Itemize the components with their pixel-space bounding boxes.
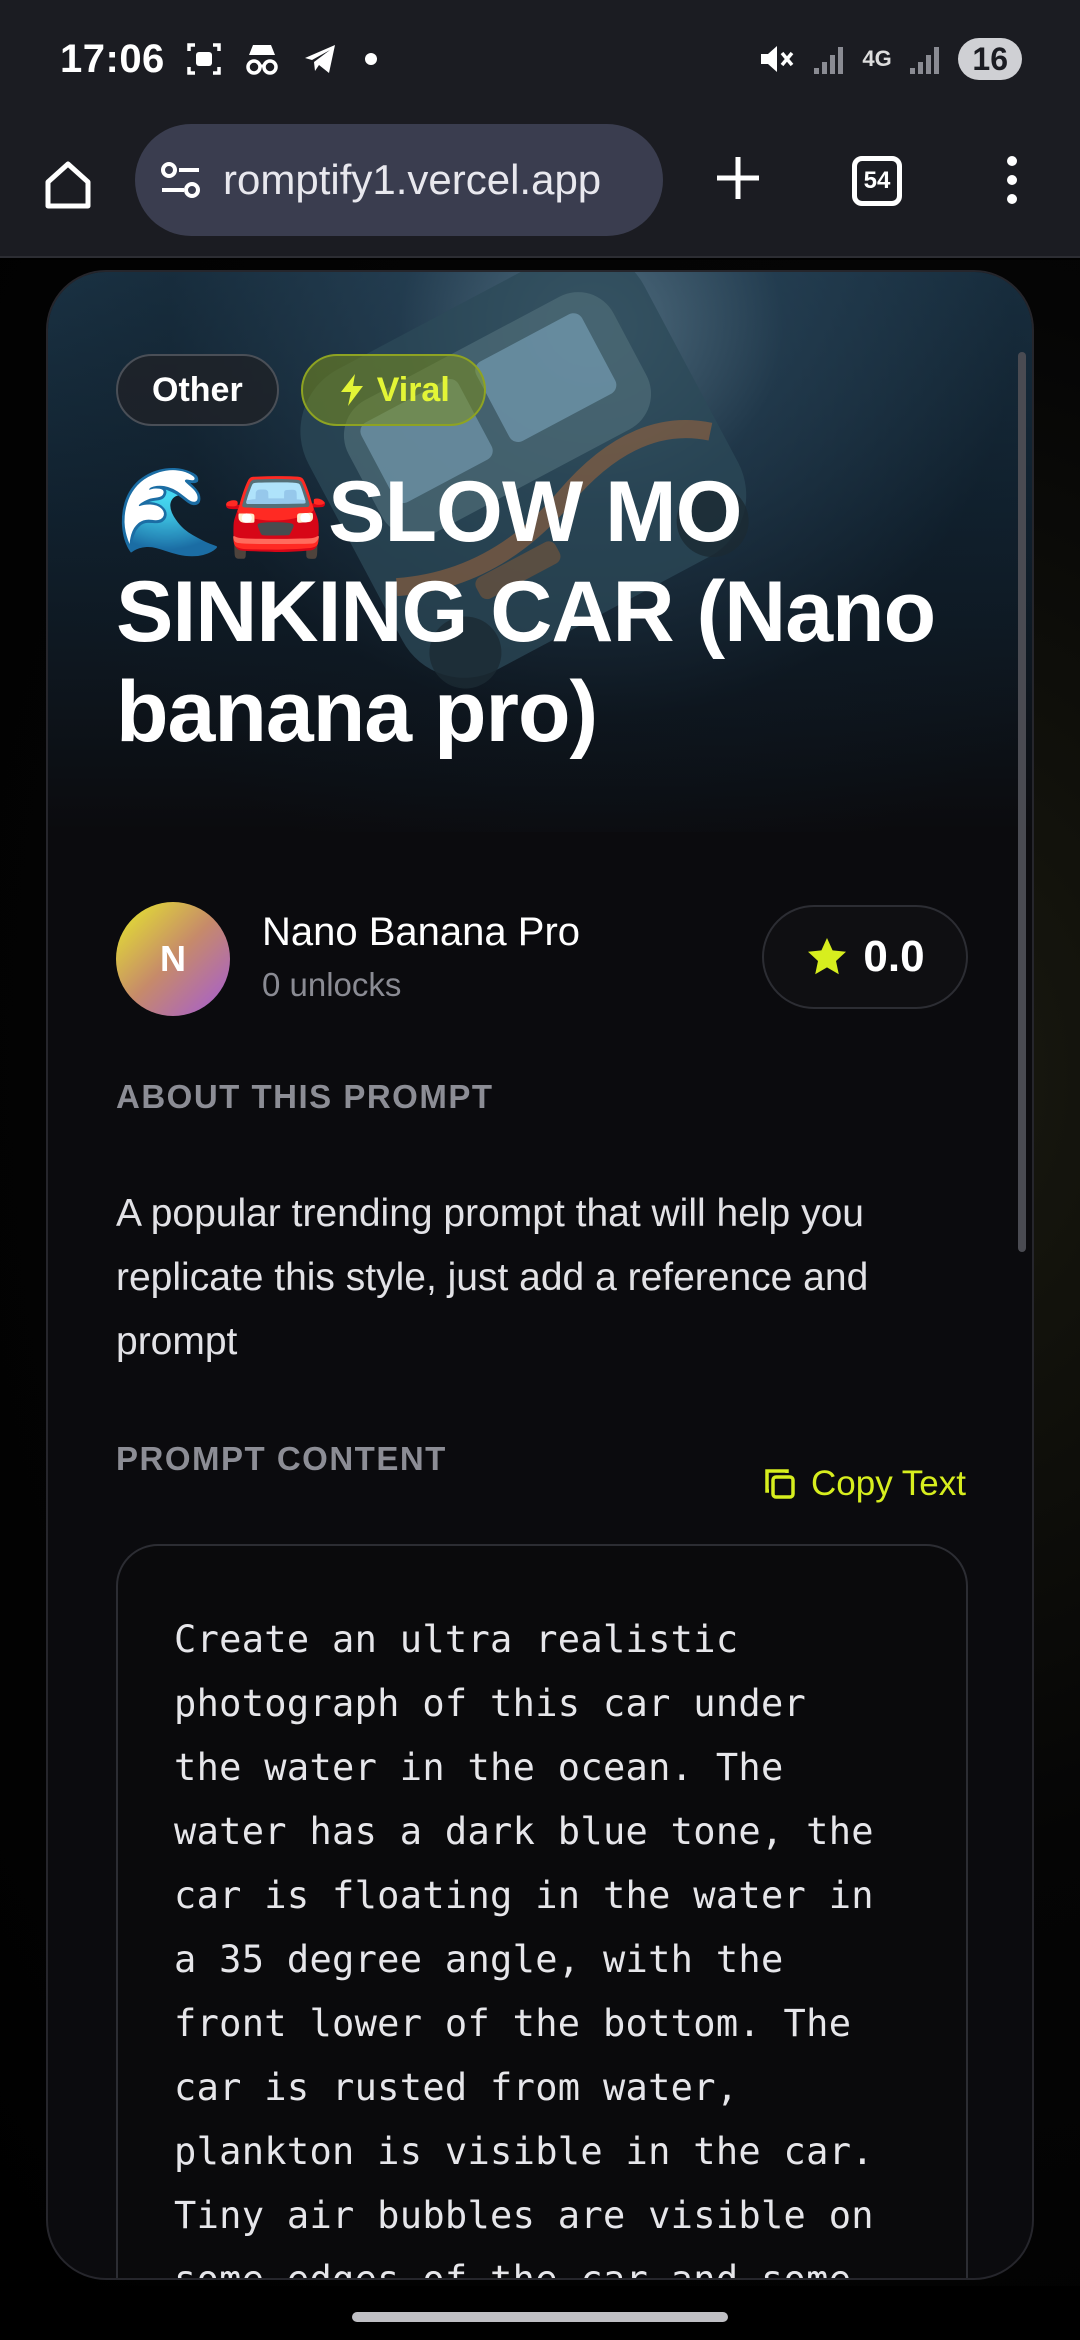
notification-dot-icon xyxy=(364,53,377,65)
prompt-title: 🌊🚘SLOW MO SINKING CAR (Nano banana pro) xyxy=(116,464,936,760)
site-settings-icon[interactable] xyxy=(157,156,205,204)
mute-icon xyxy=(758,40,796,78)
about-text: A popular trending prompt that will help… xyxy=(116,1192,869,1363)
home-icon[interactable] xyxy=(38,154,98,214)
more-menu-icon[interactable] xyxy=(1000,148,1024,212)
copy-icon xyxy=(765,1469,795,1499)
signal-2-icon xyxy=(906,40,944,78)
screenshot-icon xyxy=(185,40,223,78)
about-section-label: ABOUT THIS PROMPT xyxy=(116,1078,494,1115)
author-row: N Nano Banana Pro 0 unlocks 0.0 xyxy=(116,902,968,1018)
new-tab-icon[interactable] xyxy=(708,148,768,208)
address-bar[interactable]: romptify1.vercel.app xyxy=(135,124,663,236)
author-name[interactable]: Nano Banana Pro xyxy=(262,910,580,955)
battery-level: 16 xyxy=(958,38,1022,80)
tag-other-label: Other xyxy=(152,370,243,409)
incognito-icon xyxy=(243,40,281,78)
status-time: 17:06 xyxy=(60,36,165,81)
copy-text-label: Copy Text xyxy=(811,1464,966,1503)
tab-switcher-button[interactable]: 54 xyxy=(852,156,902,206)
prompt-content-box[interactable]: Create an ultra realistic photograph of … xyxy=(116,1544,968,2280)
rating-badge: 0.0 xyxy=(762,905,968,1009)
prompt-content-text: Create an ultra realistic photograph of … xyxy=(174,1618,874,2280)
page-content: Other Viral 🌊🚘SLOW MO SINKING CAR (Nano … xyxy=(0,260,1080,2300)
status-left: 17:06 xyxy=(60,37,377,82)
prompt-card: Other Viral 🌊🚘SLOW MO SINKING CAR (Nano … xyxy=(46,270,1034,2280)
avatar-initial: N xyxy=(160,938,186,979)
lightning-icon xyxy=(340,374,363,406)
author-unlocks: 0 unlocks xyxy=(262,966,402,1003)
tag-other[interactable]: Other xyxy=(116,354,279,426)
prompt-section-label: PROMPT CONTENT xyxy=(116,1440,447,1477)
signal-icon xyxy=(810,40,848,78)
rating-value: 0.0 xyxy=(863,932,925,981)
gesture-nav-handle[interactable] xyxy=(352,2312,728,2322)
telegram-icon xyxy=(301,40,339,78)
copy-text-button[interactable]: Copy Text xyxy=(763,1464,966,1504)
star-icon xyxy=(808,938,847,975)
network-type: 4G xyxy=(862,46,892,71)
avatar[interactable]: N xyxy=(116,902,230,1016)
tab-count: 54 xyxy=(863,167,891,194)
scrollbar[interactable] xyxy=(1018,352,1026,1252)
url-text: romptify1.vercel.app xyxy=(223,156,602,203)
tag-viral[interactable]: Viral xyxy=(300,354,486,426)
status-right: 4G 16 xyxy=(758,38,1022,80)
tag-viral-label: Viral xyxy=(376,370,450,409)
status-bar: 17:06 4G 16 xyxy=(0,0,1080,118)
browser-toolbar: romptify1.vercel.app 54 xyxy=(0,118,1080,258)
tag-row: Other Viral xyxy=(116,354,486,426)
